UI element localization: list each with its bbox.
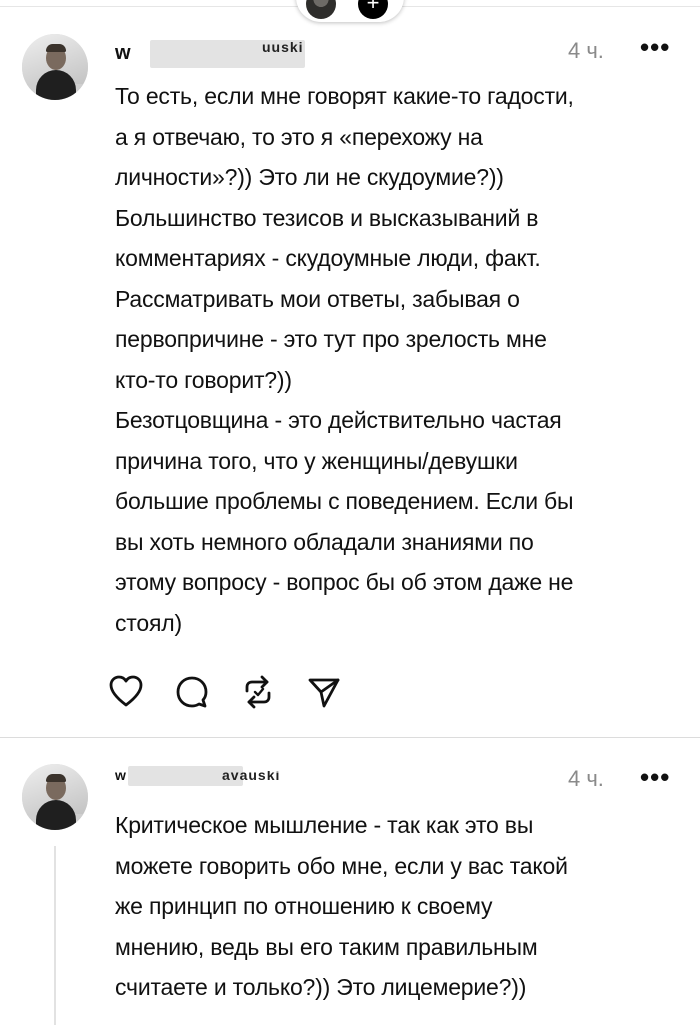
more-options-icon[interactable]: •••: [640, 32, 670, 63]
timestamp: 4 ч.: [568, 766, 604, 791]
top-profile-pill[interactable]: +: [296, 0, 404, 22]
comment-divider: [0, 737, 700, 738]
timestamp: 4 ч.: [568, 38, 604, 63]
thread-line: [54, 846, 56, 1025]
username[interactable]: w: [115, 771, 127, 785]
username-tail: avauski: [222, 771, 281, 783]
comment-icon[interactable]: [174, 674, 210, 710]
username[interactable]: w: [115, 42, 132, 66]
heart-icon[interactable]: [108, 674, 144, 710]
comment-text: Критическое мышление - так как это вы мо…: [115, 812, 568, 1000]
profile-avatar[interactable]: [306, 0, 336, 19]
more-options-icon[interactable]: •••: [640, 762, 670, 793]
username-tail: uuski: [262, 42, 304, 55]
comment-text: То есть, если мне говорят какие-то гадос…: [115, 83, 574, 636]
repost-icon[interactable]: [240, 674, 276, 710]
plus-icon[interactable]: +: [358, 0, 388, 19]
avatar[interactable]: [22, 764, 88, 830]
avatar[interactable]: [22, 34, 88, 100]
share-icon[interactable]: [306, 674, 342, 710]
